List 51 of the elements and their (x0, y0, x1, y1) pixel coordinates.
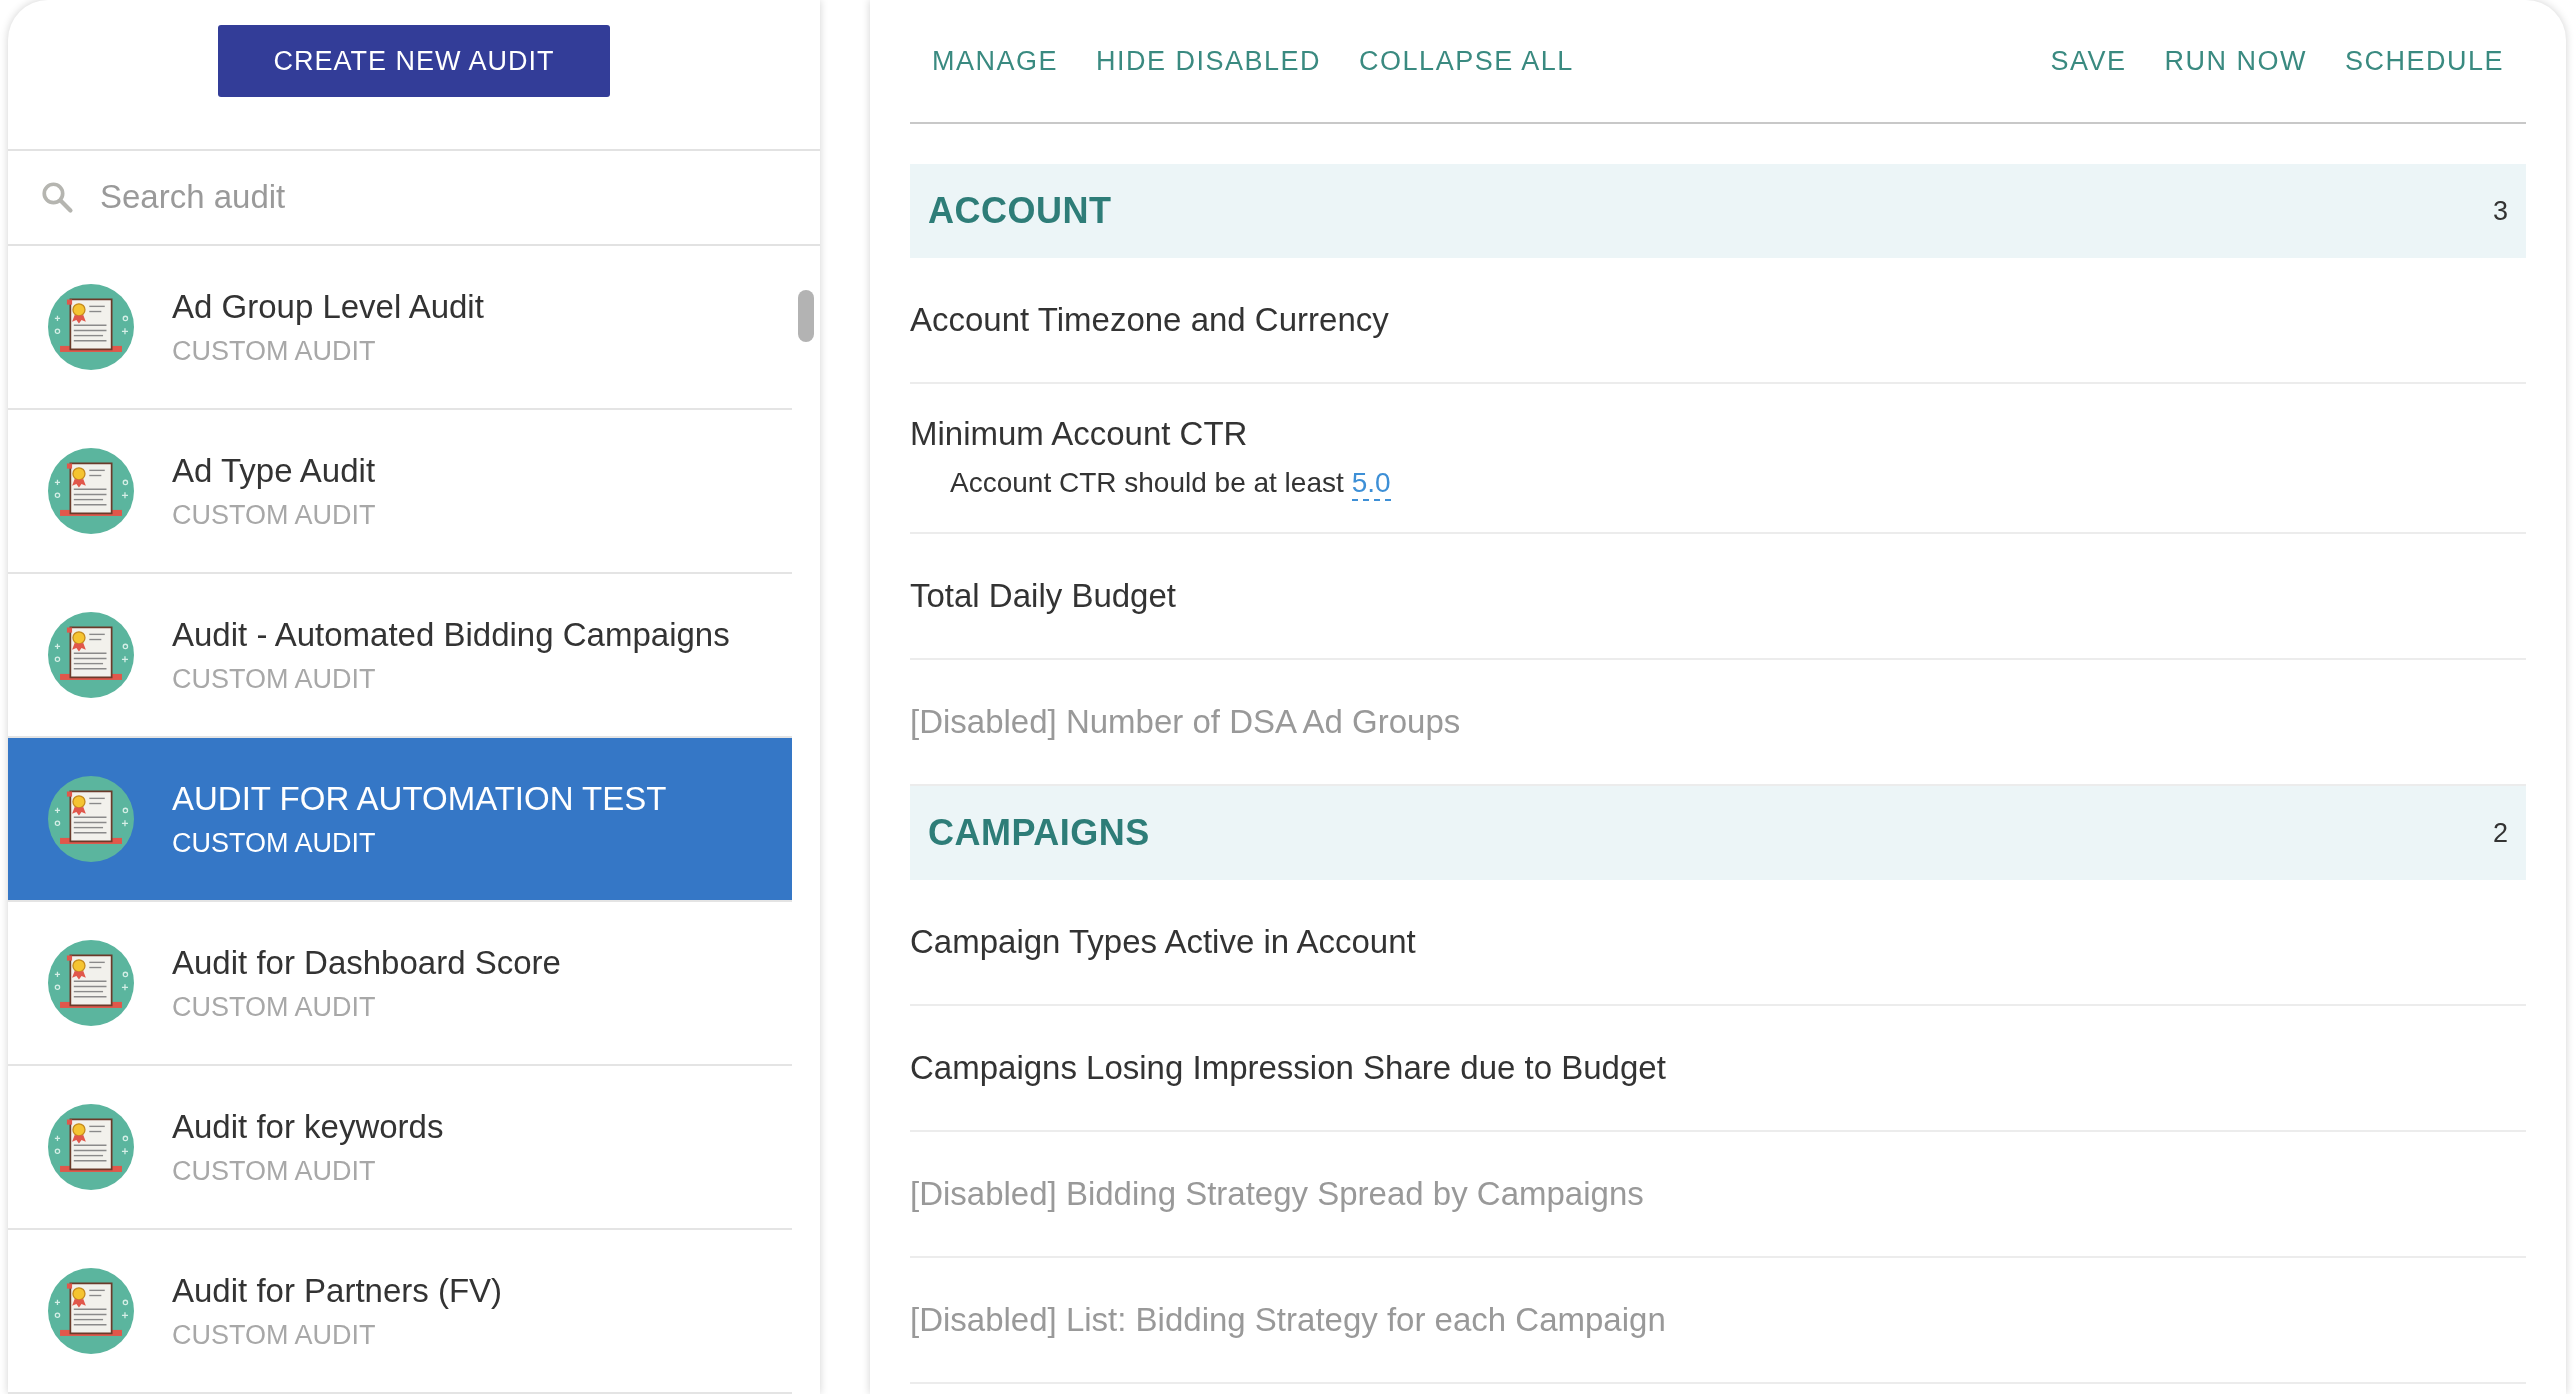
audit-type-label: CUSTOM AUDIT (172, 827, 377, 859)
certificate-icon (48, 448, 134, 534)
section-header[interactable]: CAMPAIGNS 2 (910, 786, 2526, 880)
audit-title: Audit for keywords (172, 1107, 444, 1146)
toolbar-link[interactable]: SCHEDULE (2344, 45, 2504, 77)
check-description: Account CTR should be at least (950, 467, 1344, 500)
audit-title: Audit for Dashboard Score (172, 943, 561, 982)
section-count: 2 (2492, 817, 2508, 849)
audit-list-item[interactable]: Audit for Dashboard Score CUSTOM AUDIT (8, 902, 792, 1066)
audit-list-item[interactable]: Ad Type Audit CUSTOM AUDIT (8, 410, 792, 574)
toolbar-link[interactable]: SAVE (2050, 45, 2127, 77)
search-icon (40, 180, 74, 215)
audit-check-label: Account Timezone and Currency (910, 301, 1390, 339)
audit-title: AUDIT FOR AUTOMATION TEST (172, 779, 667, 818)
audit-type-label: CUSTOM AUDIT (172, 663, 377, 695)
audit-list-item[interactable]: Audit for keywords CUSTOM AUDIT (8, 1066, 792, 1230)
scrollbar-thumb[interactable] (798, 290, 814, 342)
audit-type-label: CUSTOM AUDIT (172, 991, 377, 1023)
create-new-audit-button[interactable]: CREATE NEW AUDIT (218, 25, 610, 98)
audit-check-label: Minimum Account CTR (910, 415, 1249, 453)
audit-check-label: [Disabled] Number of DSA Ad Groups (910, 703, 1462, 741)
audit-type-label: CUSTOM AUDIT (172, 1155, 377, 1187)
audit-list-item[interactable]: AUDIT FOR AUTOMATION TEST CUSTOM AUDIT (8, 738, 792, 902)
toolbar-link[interactable]: COLLAPSE ALL (1359, 45, 1574, 77)
audit-check-label: Total Daily Budget (910, 577, 1177, 615)
audit-title: Ad Type Audit (172, 451, 376, 490)
audit-title: Audit - Automated Bidding Campaigns (172, 615, 730, 654)
certificate-icon (48, 284, 134, 370)
section-title: ACCOUNT (928, 190, 1112, 232)
audit-check-label: Campaigns Losing Impression Share due to Budget (910, 1049, 1667, 1087)
certificate-icon (48, 612, 134, 698)
audit-check-label: Campaign Types Active in Account (910, 923, 1417, 961)
certificate-icon (48, 1104, 134, 1190)
toolbar-link[interactable]: HIDE DISABLED (1096, 45, 1322, 77)
audit-type-label: CUSTOM AUDIT (172, 1319, 377, 1351)
audit-title: Audit for Partners (FV) (172, 1271, 503, 1310)
toolbar-link[interactable]: RUN NOW (2164, 45, 2307, 77)
audit-type-label: CUSTOM AUDIT (172, 499, 376, 531)
section-header[interactable]: ACCOUNT 3 (910, 164, 2526, 258)
certificate-icon (48, 776, 134, 862)
audit-list-item[interactable]: Ad Group Level Audit CUSTOM AUDIT (8, 246, 792, 410)
audit-type-label: CUSTOM AUDIT (172, 335, 377, 367)
audit-title: Ad Group Level Audit (172, 287, 484, 326)
audit-list-item[interactable]: Audit for Partners (FV) CUSTOM AUDIT (8, 1230, 792, 1394)
certificate-icon (48, 940, 134, 1026)
section-count: 3 (2492, 195, 2508, 227)
section-title: CAMPAIGNS (928, 812, 1150, 854)
audit-check-label: [Disabled] List: Bidding Strategy for each Campaign (910, 1301, 1667, 1339)
certificate-icon (48, 1268, 134, 1354)
audit-check-label: [Disabled] Bidding Strategy Spread by Campaigns (910, 1175, 1645, 1213)
toolbar-link[interactable]: MANAGE (932, 45, 1059, 77)
